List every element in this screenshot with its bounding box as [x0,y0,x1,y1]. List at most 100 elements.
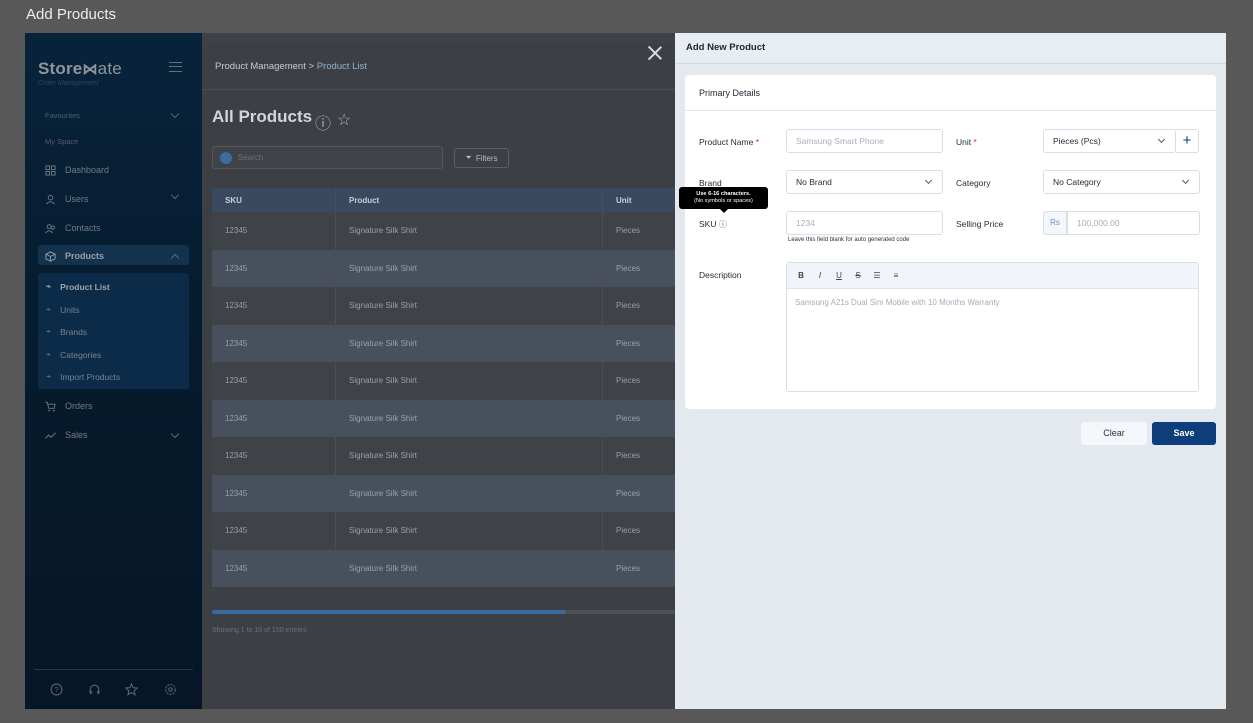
table-cell: 12345 [212,474,336,512]
table-header: SKU Product Unit [212,188,682,212]
table-row[interactable]: 12345 Signature Silk Shirt Pieces [212,474,682,512]
sku-field[interactable]: 1234 [786,211,943,235]
table-cell: Signature Silk Shirt [336,437,603,475]
info-icon[interactable]: ⓘ [315,110,331,134]
table-row[interactable]: 12345 Signature Silk Shirt Pieces [212,249,682,287]
product-name-label: Product Name * [699,137,760,147]
table-row[interactable]: 12345 Signature Silk Shirt Pieces [212,512,682,550]
table-cell: Signature Silk Shirt [336,474,603,512]
table-cell: 12345 [212,324,336,362]
bullet-list-icon[interactable]: ☰ [873,271,881,280]
table-cell: Pieces [616,338,641,348]
table-cell: 12345 [212,399,336,437]
add-unit-button[interactable]: + [1176,129,1199,153]
breadcrumb-separator: > [308,61,315,72]
sku-label: SKU ⓘ [699,219,727,229]
table-cell: Signature Silk Shirt [336,212,603,250]
table-cell: Signature Silk Shirt [336,399,603,437]
selling-price-field[interactable]: 100,000.00 [1067,211,1200,235]
pagination-info: Showing 1 to 10 of 150 entries [212,627,307,634]
search-input[interactable]: Search [212,146,443,169]
filters-label: Filters [475,153,498,163]
table-cell: 12345 [212,362,336,400]
section-title: Primary Details [685,75,1216,111]
category-select[interactable]: No Category [1043,170,1200,194]
bold-button[interactable]: B [797,271,805,280]
table-cell: Pieces [616,226,641,236]
strikethrough-button[interactable]: S [854,271,862,280]
search-placeholder: Search [238,153,264,162]
brand-select[interactable]: No Brand [786,170,943,194]
scrollbar-thumb[interactable] [212,610,566,614]
star-icon[interactable]: ☆ [337,110,351,134]
table-cell: Signature Silk Shirt [336,324,603,362]
column-header-unit[interactable]: Unit [603,188,682,212]
drawer-title: Add New Product [675,33,1226,64]
sku-tooltip: Use 6-16 characters. (No symbols or spac… [679,187,768,213]
selling-price-label: Selling Price [956,219,1004,229]
page-title: Add Products [26,6,117,23]
table-cell: 12345 [212,287,336,325]
overlay [25,33,202,709]
chevron-down-icon [924,176,933,185]
main-content: Product Management > Product List All Pr… [202,44,682,709]
tooltip-line: Use 6-16 characters. [696,191,751,197]
table-cell: Pieces [616,526,641,536]
horizontal-scrollbar[interactable] [212,610,682,614]
table-cell: Signature Silk Shirt [336,512,603,550]
breadcrumb-current: Product List [316,61,367,72]
table-row[interactable]: 12345 Signature Silk Shirt Pieces [212,212,682,250]
search-icon [220,152,232,164]
chevron-down-icon [1157,135,1166,144]
breadcrumb: Product Management > Product List [215,61,367,72]
table-row[interactable]: 12345 Signature Silk Shirt Pieces [212,324,682,362]
save-button[interactable]: Save [1152,422,1216,445]
editor-toolbar: B I U S ☰ ≡ [787,263,1198,289]
table-cell: 12345 [212,249,336,287]
info-icon[interactable]: ⓘ [719,220,727,229]
table-row[interactable]: 12345 Signature Silk Shirt Pieces [212,437,682,475]
sku-hint: Leave this field blank for auto generate… [788,237,910,243]
chevron-down-icon [1181,176,1190,185]
description-editor[interactable]: B I U S ☰ ≡ Samsung A21s Dual Sim Mobile… [786,262,1199,392]
table-cell: Pieces [616,563,641,573]
numbered-list-icon[interactable]: ≡ [892,271,900,280]
tooltip-line: (No symbols or spaces) [694,198,753,204]
column-header-sku[interactable]: SKU [212,188,336,212]
underline-button[interactable]: U [835,271,843,280]
table-cell: Signature Silk Shirt [336,249,603,287]
sidebar: Store⋈ate Order Management Favourites My… [25,33,202,709]
table-row[interactable]: 12345 Signature Silk Shirt Pieces [212,287,682,325]
divider [202,89,682,90]
category-label: Category [956,178,991,188]
table-row[interactable]: 12345 Signature Silk Shirt Pieces [212,549,682,587]
unit-select[interactable]: Pieces (Pcs) [1043,129,1176,153]
description-placeholder: Samsung A21s Dual Sim Mobile with 10 Mon… [795,298,1000,307]
table-cell: Pieces [616,488,641,498]
table-cell: Signature Silk Shirt [336,549,603,587]
filter-icon: ⏷ [465,153,472,162]
filters-button[interactable]: ⏷ Filters [454,148,509,168]
description-label: Description [699,270,742,280]
breadcrumb-parent[interactable]: Product Management [215,61,306,72]
close-icon[interactable] [648,46,662,60]
italic-button[interactable]: I [816,271,824,280]
table-cell: 12345 [212,549,336,587]
table-cell: Pieces [616,413,641,423]
add-product-drawer: Add New Product Primary Details Product … [675,33,1226,709]
clear-button[interactable]: Clear [1081,422,1147,445]
product-name-field[interactable]: Samsung Smart Phone [786,129,943,153]
products-table: SKU Product Unit 12345 Signature Silk Shi… [212,188,682,587]
table-cell: 12345 [212,212,336,250]
table-cell: 12345 [212,437,336,475]
unit-label: Unit * [956,137,977,147]
currency-prefix: Rs [1043,211,1067,235]
primary-details-card: Primary Details Product Name * Samsung S… [685,75,1216,409]
table-cell: 12345 [212,512,336,550]
column-header-product[interactable]: Product [336,188,603,212]
table-row[interactable]: 12345 Signature Silk Shirt Pieces [212,362,682,400]
table-cell: Signature Silk Shirt [336,362,603,400]
list-heading: All Products [212,107,313,126]
table-cell: Signature Silk Shirt [336,287,603,325]
table-row[interactable]: 12345 Signature Silk Shirt Pieces [212,399,682,437]
